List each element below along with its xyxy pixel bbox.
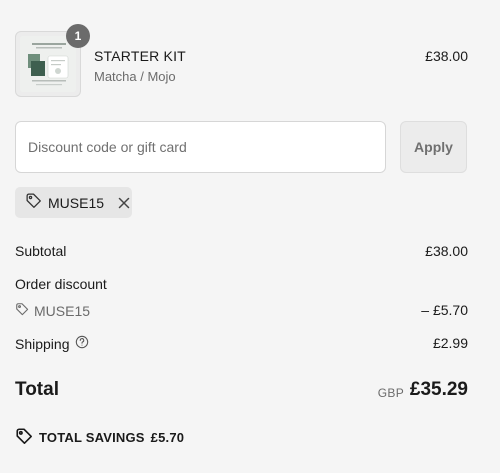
product-variant: Matcha / Mojo — [94, 69, 176, 84]
applied-discount-chip: MUSE15 — [15, 187, 132, 218]
shipping-row: Shipping £2.99 — [15, 335, 468, 352]
product-thumbnail: 1 — [15, 24, 90, 97]
discount-code-input[interactable] — [15, 121, 386, 173]
product-image — [20, 36, 76, 92]
close-icon[interactable] — [118, 197, 130, 209]
shipping-value: £2.99 — [432, 335, 468, 351]
discount-value: – £5.70 — [421, 302, 468, 318]
applied-discount-code: MUSE15 — [48, 194, 105, 211]
shipping-label: Shipping — [15, 335, 70, 352]
total-currency: GBP — [377, 386, 404, 400]
quantity-badge: 1 — [66, 24, 90, 48]
question-circle-icon[interactable] — [75, 335, 89, 352]
apply-discount-button[interactable]: Apply — [400, 121, 467, 173]
subtotal-row: Subtotal £38.00 — [15, 243, 468, 259]
total-value: £35.29 — [409, 379, 468, 400]
product-image-graphic — [20, 36, 76, 92]
tag-icon — [15, 302, 29, 319]
tag-icon — [25, 192, 42, 214]
total-savings-label: TOTAL SAVINGS — [39, 430, 145, 445]
subtotal-value: £38.00 — [425, 243, 468, 259]
subtotal-label: Subtotal — [15, 243, 67, 259]
discount-code-label: MUSE15 — [34, 302, 91, 319]
order-discount-label: Order discount — [15, 276, 107, 292]
discount-code-row: MUSE15 – £5.70 — [15, 302, 468, 319]
total-savings-value: £5.70 — [150, 430, 185, 445]
line-item: 1 STARTER KIT Matcha / Mojo £38.00 — [15, 24, 468, 97]
order-discount-row: Order discount — [15, 276, 468, 292]
total-savings: TOTAL SAVINGS £5.70 — [15, 427, 184, 448]
product-name: STARTER KIT — [94, 48, 186, 64]
product-price: £38.00 — [425, 48, 468, 64]
tag-icon — [15, 427, 33, 448]
total-label: Total — [15, 379, 59, 400]
